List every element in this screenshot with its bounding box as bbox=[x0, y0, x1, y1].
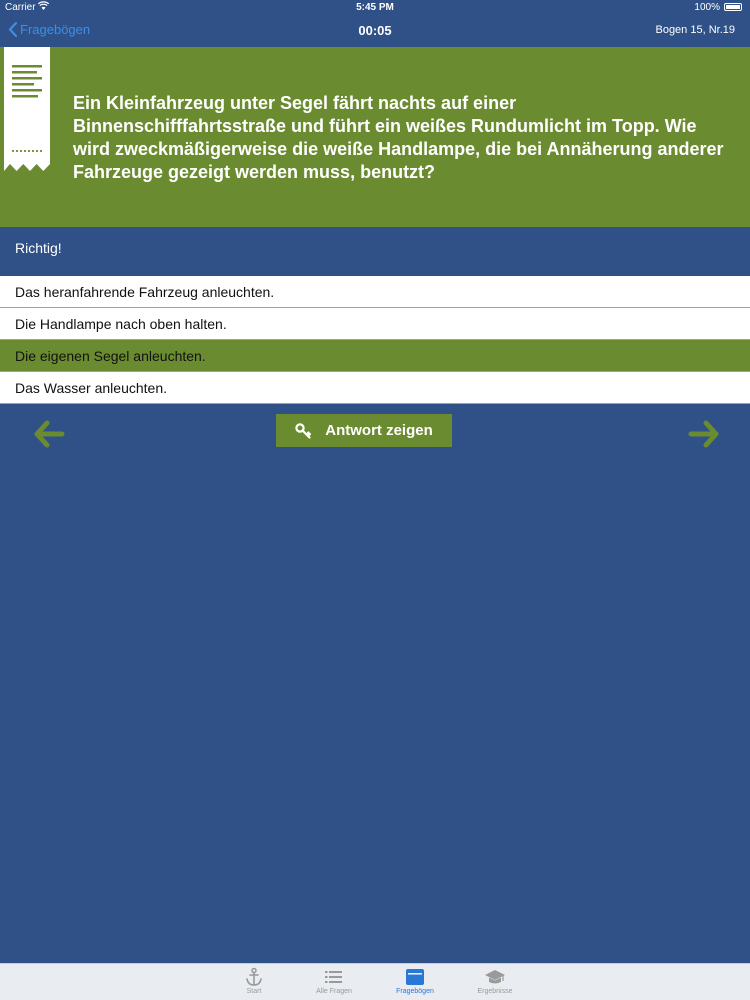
battery-icon bbox=[724, 3, 742, 11]
tab-start[interactable]: Start bbox=[214, 966, 294, 995]
tab-frageboegen[interactable]: Fragebögen bbox=[375, 966, 455, 995]
arrow-left-icon bbox=[33, 420, 65, 452]
graduation-cap-icon bbox=[455, 966, 535, 988]
question-panel: Ein Kleinfahrzeug unter Segel fährt nach… bbox=[0, 47, 750, 227]
tab-alle-fragen-label: Alle Fragen bbox=[316, 988, 352, 995]
tab-start-label: Start bbox=[246, 988, 262, 995]
tab-frageboegen-label: Fragebögen bbox=[396, 988, 434, 995]
answer-option[interactable]: Das Wasser anleuchten. bbox=[0, 372, 750, 404]
list-icon bbox=[294, 966, 374, 988]
anchor-icon bbox=[214, 966, 294, 988]
arrow-right-icon bbox=[688, 420, 720, 452]
next-question-button[interactable] bbox=[688, 420, 720, 448]
tab-alle-fragen[interactable]: Alle Fragen bbox=[294, 966, 374, 995]
previous-question-button[interactable] bbox=[33, 420, 65, 448]
question-sheet-icon bbox=[4, 47, 50, 171]
sheet-number: Bogen 15, Nr.19 bbox=[655, 24, 735, 36]
quiz-timer: 00:05 bbox=[358, 23, 392, 38]
show-answer-label: Antwort zeigen bbox=[325, 422, 433, 439]
status-bar: Carrier 5:45 PM 100% bbox=[0, 0, 750, 14]
clock: 5:45 PM bbox=[356, 2, 394, 13]
key-icon bbox=[295, 422, 312, 439]
tab-ergebnisse[interactable]: Ergebnisse bbox=[455, 966, 535, 995]
answer-option[interactable]: Die Handlampe nach oben halten. bbox=[0, 308, 750, 340]
answer-feedback: Richtig! bbox=[15, 240, 62, 256]
tab-bar: Start Alle Fragen Fragebögen Ergebnisse bbox=[0, 963, 750, 1000]
answer-option-selected[interactable]: Die eigenen Segel anleuchten. bbox=[0, 340, 750, 372]
answer-list: Das heranfahrende Fahrzeug anleuchten. D… bbox=[0, 276, 750, 404]
battery-percentage: 100% bbox=[694, 2, 720, 13]
question-text: Ein Kleinfahrzeug unter Segel fährt nach… bbox=[73, 93, 724, 182]
tab-ergebnisse-label: Ergebnisse bbox=[477, 988, 513, 995]
show-answer-button[interactable]: Antwort zeigen bbox=[276, 414, 452, 447]
navigation-bar: Fragebögen 00:05 Bogen 15, Nr.19 bbox=[0, 14, 750, 47]
folder-icon bbox=[375, 966, 455, 988]
answer-option[interactable]: Das heranfahrende Fahrzeug anleuchten. bbox=[0, 276, 750, 308]
